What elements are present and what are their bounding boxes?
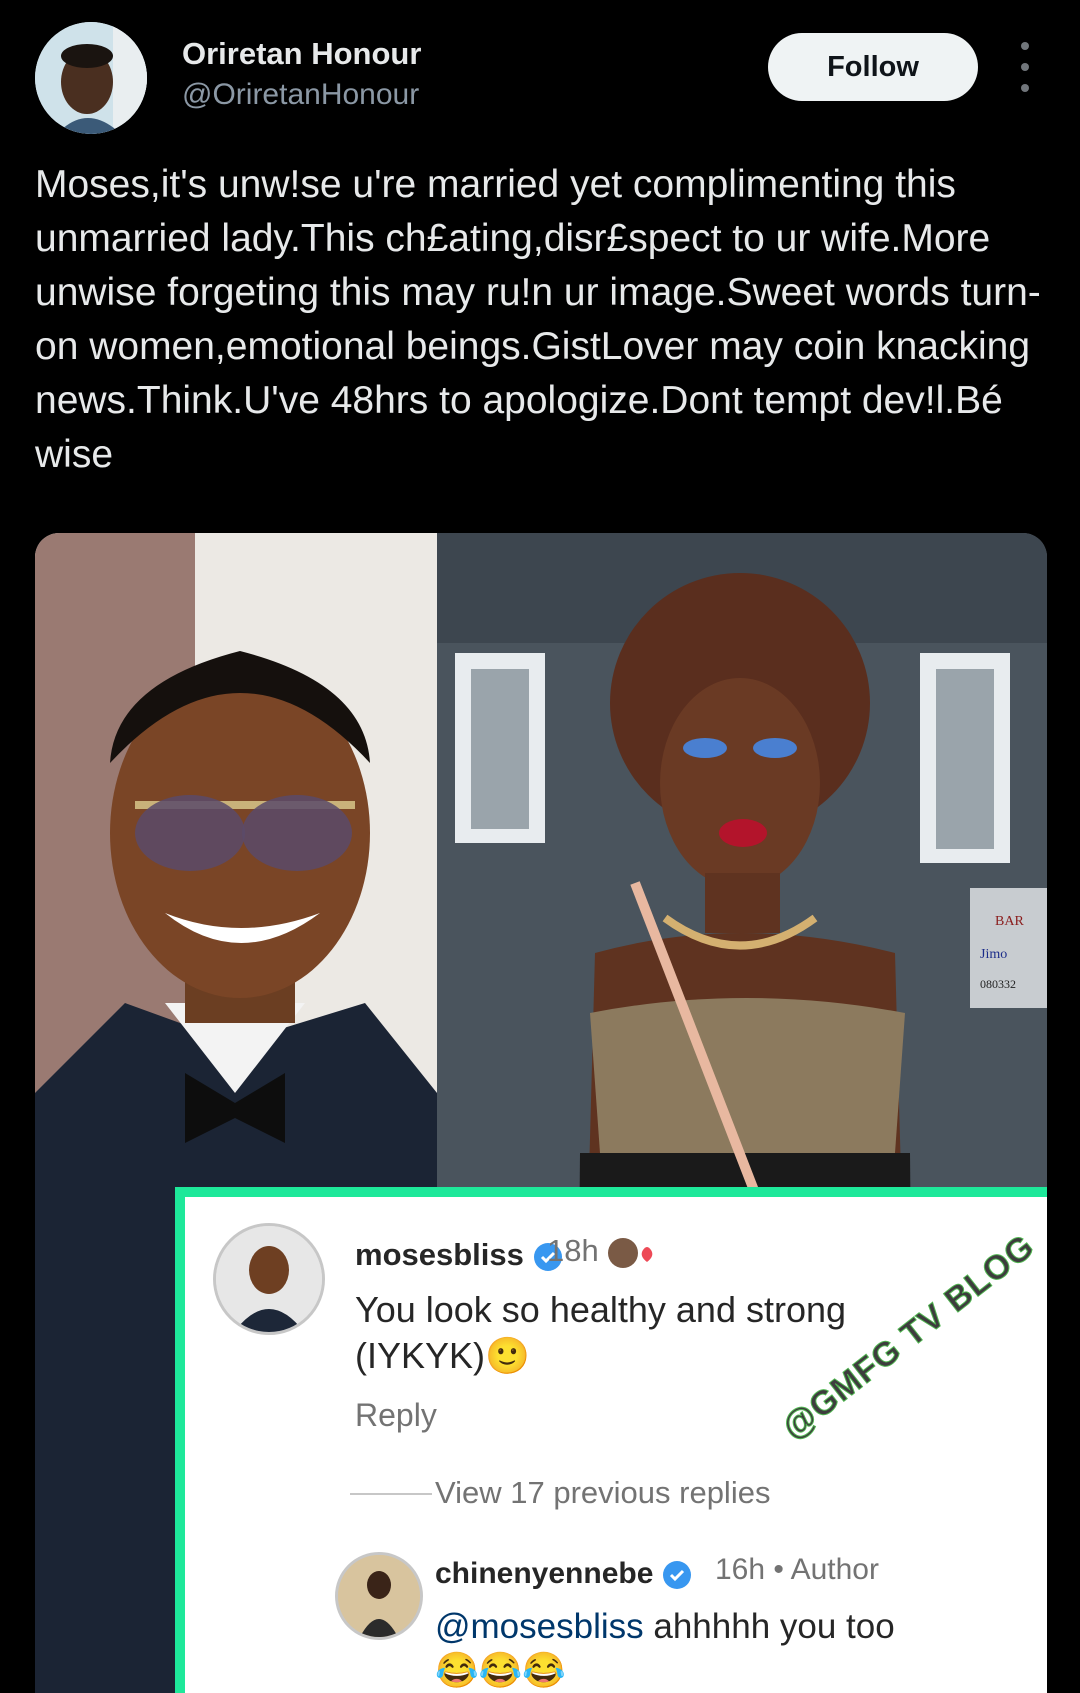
sign-phone: 080332 [980, 977, 1016, 991]
reply-meta: 16h • Author [715, 1553, 879, 1586]
tweet-text: Moses,it's unw!se u're married yet compl… [35, 163, 1041, 476]
tweet-media-image[interactable]: BAR Jimo 080332 mosesbliss 18h You look … [35, 533, 1047, 1693]
author-handle[interactable]: @OriretanHonour [182, 78, 419, 112]
tweet-header: Oriretan Honour @OriretanHonour Follow [0, 0, 1080, 140]
author-liked-heart-icon [608, 1237, 653, 1268]
reply-button[interactable]: Reply [355, 1397, 437, 1434]
author-avatar[interactable] [35, 22, 147, 134]
comment-text: You look so healthy and strong (IYKYK)🙂 [355, 1289, 847, 1376]
reply-body: ahhhhh you too [643, 1607, 895, 1646]
replies-divider [350, 1493, 432, 1495]
reply-emojis: 😂😂😂 [435, 1651, 566, 1690]
sign-text: BAR [995, 914, 1024, 929]
more-dot [1021, 42, 1029, 50]
comment-username[interactable]: mosesbliss [355, 1237, 563, 1273]
comment-time: 18h [547, 1233, 657, 1270]
reply-username[interactable]: chinenyennebe [435, 1557, 692, 1591]
reply-username-text: chinenyennebe [435, 1557, 654, 1590]
commenter-avatar [213, 1223, 325, 1335]
sign-subtext: Jimo [980, 947, 1007, 962]
more-options-icon[interactable] [1010, 42, 1040, 92]
comment-username-text: mosesbliss [355, 1237, 524, 1272]
view-previous-replies-link[interactable]: View 17 previous replies [435, 1475, 770, 1511]
instagram-comment-screenshot: mosesbliss 18h You look so healthy and s… [175, 1187, 1047, 1693]
verified-badge-icon [662, 1561, 691, 1590]
more-dot [1021, 84, 1029, 92]
more-dot [1021, 63, 1029, 71]
author-display-name[interactable]: Oriretan Honour [182, 36, 421, 72]
comment-time-text: 18h [547, 1233, 599, 1268]
reply-mention[interactable]: @mosesbliss [435, 1607, 644, 1646]
reply-text: @mosesbliss ahhhhh you too 😂😂😂 [435, 1605, 995, 1693]
follow-button[interactable]: Follow [768, 33, 978, 101]
reply-avatar [335, 1552, 423, 1640]
